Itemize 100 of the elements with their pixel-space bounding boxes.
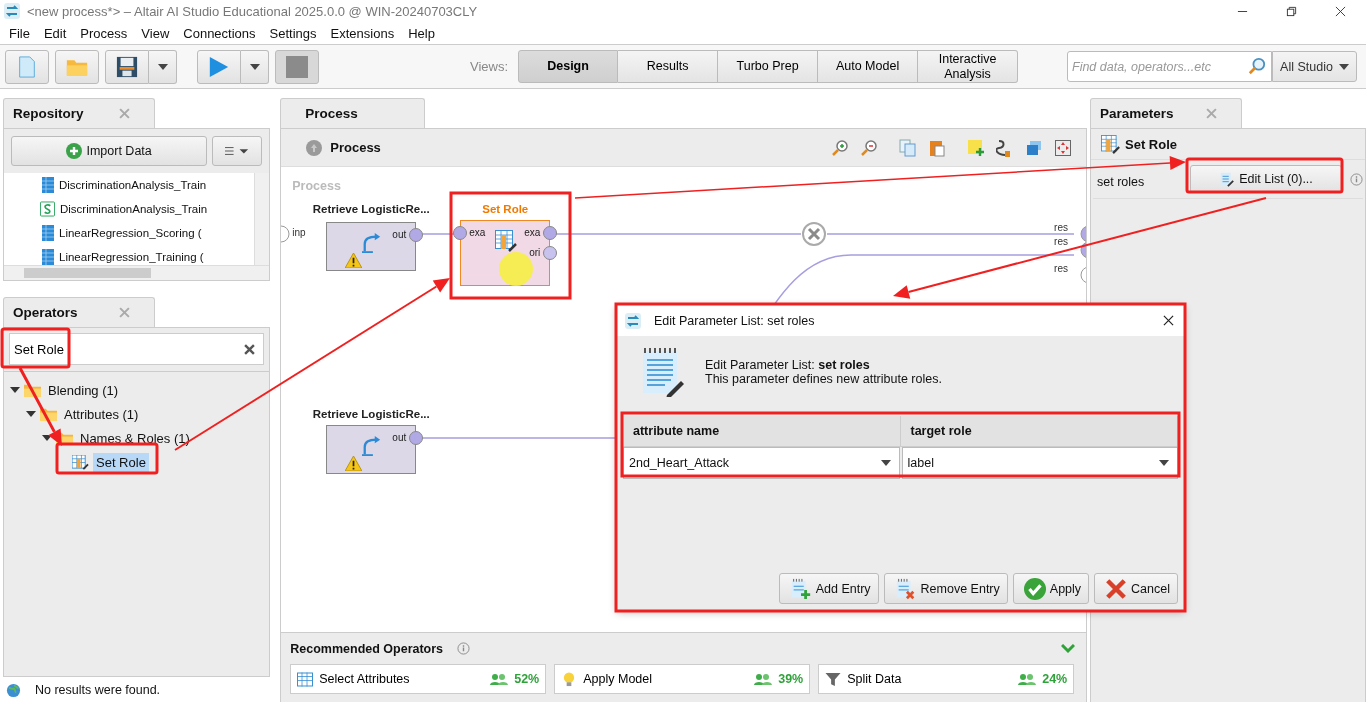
- view-tab[interactable]: Results: [618, 50, 719, 83]
- menu-item[interactable]: Settings: [269, 25, 317, 41]
- caret-icon: [249, 63, 260, 70]
- users-icon: [490, 673, 509, 685]
- repository-tab[interactable]: Repository: [3, 98, 155, 128]
- tree-item[interactable]: Attributes (1): [61, 404, 142, 424]
- operator-node[interactable]: [326, 425, 417, 474]
- search-scope-dropdown[interactable]: All Studio: [1272, 51, 1357, 82]
- clear-icon[interactable]: [244, 344, 256, 355]
- input-port[interactable]: [453, 226, 468, 240]
- tree-item[interactable]: Blending (1): [45, 380, 122, 400]
- menu-item[interactable]: Help: [408, 25, 435, 41]
- disconnect-icon[interactable]: [802, 222, 827, 246]
- view-tab[interactable]: Auto Model: [818, 50, 919, 83]
- operator-node[interactable]: [326, 222, 417, 271]
- repository-menu-button[interactable]: [212, 136, 263, 166]
- view-tab[interactable]: Interactive Analysis: [918, 50, 1019, 83]
- view-tab[interactable]: Design: [518, 50, 619, 83]
- stop-icon: [286, 55, 308, 78]
- info-icon[interactable]: [457, 642, 471, 655]
- run-options-dropdown[interactable]: [241, 49, 269, 84]
- parameters-tab[interactable]: Parameters: [1090, 98, 1242, 128]
- remove-button[interactable]: Remove Entry: [883, 573, 1008, 604]
- save-options-dropdown[interactable]: [149, 49, 177, 84]
- operators-tab[interactable]: Operators: [3, 297, 155, 327]
- port-label: res: [1054, 236, 1068, 247]
- column-header[interactable]: target role: [900, 416, 1178, 446]
- tree-item[interactable]: Set Role: [93, 452, 149, 472]
- highlight-box: [0, 327, 71, 369]
- repository-entry[interactable]: LinearRegression_Training (: [40, 245, 255, 265]
- port-label: out: [391, 229, 407, 240]
- result-port[interactable]: [1080, 241, 1086, 259]
- collapse-chevron-icon[interactable]: [1061, 643, 1075, 654]
- fit-view-icon[interactable]: [1054, 138, 1072, 157]
- result-port[interactable]: [1080, 266, 1086, 284]
- info-icon[interactable]: [1350, 172, 1363, 186]
- tree-item[interactable]: Names & Roles (1): [77, 428, 193, 448]
- add-button[interactable]: Add Entry: [778, 573, 879, 604]
- recommended-operator-button[interactable]: Apply Model 39%: [554, 664, 811, 694]
- menu-item[interactable]: View: [141, 25, 170, 41]
- input-port[interactable]: [281, 225, 290, 243]
- app-logo-icon: [4, 3, 20, 19]
- zoom-in-icon[interactable]: [831, 138, 849, 157]
- menu-item[interactable]: File: [9, 25, 30, 41]
- open-button[interactable]: [55, 49, 99, 84]
- zoom-out-icon[interactable]: [860, 138, 878, 157]
- app-logo-icon: [625, 312, 641, 329]
- menu-icon: [225, 146, 250, 156]
- add-note-icon[interactable]: [967, 138, 985, 157]
- menu-item[interactable]: Edit: [43, 25, 67, 41]
- layers-icon[interactable]: [1025, 138, 1043, 157]
- copy-icon[interactable]: [899, 138, 917, 157]
- search-icon[interactable]: [1248, 57, 1266, 75]
- output-port[interactable]: [409, 431, 424, 445]
- port-label: inp: [292, 227, 306, 238]
- repository-entry[interactable]: DiscriminationAnalysis_Train: [40, 173, 255, 197]
- edit-list-button[interactable]: Edit List (0)...: [1190, 165, 1342, 193]
- expand-caret-icon[interactable]: [10, 385, 20, 395]
- port-label: res: [1054, 222, 1068, 233]
- cancel-button[interactable]: Cancel: [1094, 573, 1178, 604]
- operator-search-field[interactable]: Set Role: [9, 333, 265, 365]
- save-button[interactable]: [105, 49, 149, 84]
- operator-title: Retrieve LogisticRe...: [311, 408, 431, 420]
- port-label: res: [1054, 263, 1068, 274]
- set-role-icon: [72, 454, 89, 470]
- menu-item[interactable]: Connections: [183, 25, 256, 41]
- data-table-icon: [42, 249, 54, 265]
- import-data-button[interactable]: Import Data: [11, 136, 208, 166]
- process-tab[interactable]: Process: [280, 98, 426, 128]
- cross-icon: [1105, 577, 1128, 600]
- output-port[interactable]: [409, 228, 424, 242]
- view-tab[interactable]: Turbo Prep: [718, 50, 819, 83]
- horizontal-scrollbar[interactable]: [4, 265, 270, 280]
- new-process-button[interactable]: [5, 49, 49, 84]
- caret-icon: [1338, 63, 1349, 70]
- output-port[interactable]: [543, 226, 558, 240]
- output-port[interactable]: [543, 246, 558, 260]
- menu-item[interactable]: Process: [80, 25, 128, 41]
- repository-entry[interactable]: LinearRegression_Scoring (: [40, 221, 255, 245]
- restore-icon[interactable]: [1286, 5, 1297, 17]
- menu-item[interactable]: Extensions: [330, 25, 395, 41]
- recommended-title: Recommended Operators: [290, 641, 444, 656]
- globe-icon: [6, 682, 21, 698]
- close-icon[interactable]: [1163, 315, 1174, 326]
- recommended-operator-button[interactable]: Split Data 24%: [818, 664, 1075, 694]
- expand-caret-icon[interactable]: [26, 409, 36, 419]
- port-label: out: [391, 432, 407, 443]
- stop-button[interactable]: [275, 49, 319, 84]
- apply-button[interactable]: Apply: [1012, 573, 1090, 604]
- repository-entry[interactable]: DiscriminationAnalysis_Train: [40, 197, 255, 221]
- list-edit-icon: [1219, 171, 1236, 187]
- up-level-icon[interactable]: [306, 139, 323, 156]
- column-header[interactable]: attribute name: [623, 416, 901, 446]
- vertical-scrollbar[interactable]: [254, 173, 270, 265]
- result-port[interactable]: [1080, 225, 1086, 243]
- close-icon[interactable]: [1335, 5, 1346, 17]
- recommended-operator-button[interactable]: Select Attributes 52%: [290, 664, 547, 694]
- paste-icon[interactable]: [928, 138, 946, 157]
- global-search-field[interactable]: Find data, operators...etc: [1067, 51, 1272, 82]
- operator-name: Set Role: [1125, 136, 1177, 152]
